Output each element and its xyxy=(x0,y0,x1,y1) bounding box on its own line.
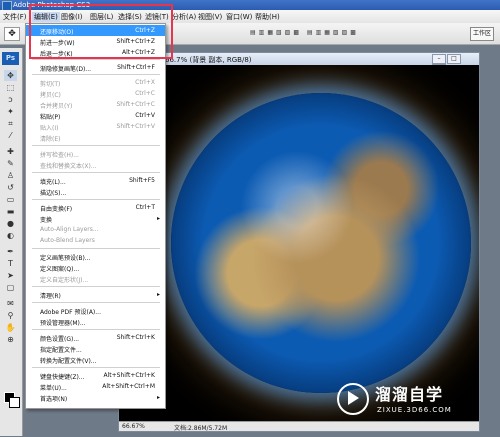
menu-item-menus[interactable]: 菜单(U)... Alt+Shift+Ctrl+M xyxy=(26,381,165,392)
menu-item-purge[interactable]: 清理(R) ▸ xyxy=(26,289,165,300)
type-icon[interactable]: T xyxy=(4,258,17,269)
submenu-arrow-icon: ▸ xyxy=(156,291,160,298)
workspace-button[interactable]: 工作区 xyxy=(470,27,494,41)
edit-menu-dropdown: 还原移动(O) Ctrl+Z 前进一步(W) Shift+Ctrl+Z 后退一步(K… xyxy=(25,23,166,409)
brush-icon[interactable]: ✎ xyxy=(4,158,17,169)
menu-separator xyxy=(32,59,160,60)
history-brush-icon[interactable]: ↺ xyxy=(4,182,17,193)
shape-icon[interactable]: ▢ xyxy=(4,282,17,293)
earth-image xyxy=(171,93,471,393)
background-color-swatch[interactable] xyxy=(9,397,20,408)
menu-item-cut[interactable]: 剪切(T) Ctrl+X xyxy=(26,77,165,88)
hand-icon[interactable]: ✋ xyxy=(4,322,17,333)
menu-item-pdf-presets[interactable]: Adobe PDF 预设(A)... xyxy=(26,305,165,316)
menu-item-clear[interactable]: 清除(E) xyxy=(26,132,165,143)
move-icon[interactable]: ✥ xyxy=(4,70,17,81)
menu-separator xyxy=(32,367,160,368)
menu-analysis[interactable]: 分析(A) xyxy=(172,12,196,22)
watermark-name: 溜溜自学 xyxy=(375,385,444,404)
minimize-icon[interactable]: – xyxy=(432,54,446,64)
status-bar: 66.67% 文档:2.86M/5.72M xyxy=(119,421,479,432)
watermark-url: ZIXUE.3D66.COM xyxy=(377,406,452,414)
menu-item-auto-blend[interactable]: Auto-Blend Layers xyxy=(26,235,165,246)
menu-item-color-settings[interactable]: 颜色设置(G)... Shift+Ctrl+K xyxy=(26,332,165,343)
path-select-icon[interactable]: ➤ xyxy=(4,270,17,281)
watermark: 溜溜自学 ZIXUE.3D66.COM xyxy=(337,381,487,421)
menu-separator xyxy=(32,74,160,75)
menu-window[interactable]: 窗口(W) xyxy=(226,12,252,22)
menu-item-free-transform[interactable]: 自由变换(F) Ctrl+T xyxy=(26,202,165,213)
menu-item-convert-profile[interactable]: 转换为配置文件(V)... xyxy=(26,354,165,365)
menu-item-preferences[interactable]: 首选项(N) ▸ xyxy=(26,392,165,403)
move-tool-preset-icon[interactable]: ✥ xyxy=(4,27,20,41)
canvas[interactable] xyxy=(119,65,479,422)
window-controls: –□× xyxy=(431,54,475,74)
menu-item-preset-manager[interactable]: 预设管理器(M)... xyxy=(26,316,165,327)
menu-item-define-pattern[interactable]: 定义图案(Q)... xyxy=(26,262,165,273)
menu-item-define-shape[interactable]: 定义自定形状(J)... xyxy=(26,273,165,284)
document-title: 66.7% (背景 副本, RGB/8) xyxy=(165,56,252,64)
menu-separator xyxy=(32,199,160,200)
menu-item-paste[interactable]: 粘贴(P) Ctrl+V xyxy=(26,110,165,121)
maximize-icon[interactable]: □ xyxy=(447,54,461,64)
submenu-arrow-icon: ▸ xyxy=(156,215,160,222)
watermark-logo-icon xyxy=(337,383,369,415)
menu-separator xyxy=(32,172,160,173)
menu-item-copy[interactable]: 拷贝(C) Ctrl+C xyxy=(26,88,165,99)
menu-separator xyxy=(32,286,160,287)
lasso-icon[interactable]: ↄ xyxy=(4,94,17,105)
annotation-highlight-box xyxy=(29,4,173,59)
pen-icon[interactable]: ✒ xyxy=(4,246,17,257)
menu-item-auto-align[interactable]: Auto-Align Layers... xyxy=(26,224,165,235)
document-window: 66.7% (背景 副本, RGB/8) –□× 66.67% 文档:2.86M… xyxy=(118,52,480,432)
menu-item-find-replace[interactable]: 查找和替换文本(X)... xyxy=(26,159,165,170)
menu-separator xyxy=(32,145,160,146)
menu-item-paste-into[interactable]: 贴入(I) Shift+Ctrl+V xyxy=(26,121,165,132)
eyedropper-icon[interactable]: ⚲ xyxy=(4,310,17,321)
menu-item-fade[interactable]: 渐隐修复画笔(D)... Shift+Ctrl+F xyxy=(26,62,165,73)
menu-item-copy-merged[interactable]: 合并拷贝(Y) Shift+Ctrl+C xyxy=(26,99,165,110)
menu-separator xyxy=(32,302,160,303)
slice-icon[interactable]: ⁄ xyxy=(4,130,17,141)
heal-icon[interactable]: ✚ xyxy=(4,146,17,157)
document-title-bar: 66.7% (背景 副本, RGB/8) –□× xyxy=(119,53,479,74)
menu-item-define-brush[interactable]: 定义画笔预设(B)... xyxy=(26,251,165,262)
crop-icon[interactable]: ⌗ xyxy=(4,118,17,129)
stamp-icon[interactable]: ♙ xyxy=(4,170,17,181)
menu-view[interactable]: 视图(V) xyxy=(198,12,222,22)
menu-separator xyxy=(32,329,160,330)
align-buttons[interactable]: ▤▥▦▧▨▩ ▤▥▦▧▨▩ xyxy=(250,29,359,36)
ps-logo: Ps xyxy=(2,52,19,65)
menu-help[interactable]: 帮助(H) xyxy=(255,12,280,22)
submenu-arrow-icon: ▸ xyxy=(156,394,160,401)
marquee-icon[interactable]: ⬚ xyxy=(4,82,17,93)
menu-file[interactable]: 文件(F) xyxy=(3,12,27,22)
toolbox: Ps ✥ ⬚ ↄ ✦ ⌗ ⁄ ✚ ✎ ♙ ↺ ▭ ▬ ● ◐ ✒ T ➤ ▢ ✉… xyxy=(0,48,23,436)
magic-wand-icon[interactable]: ✦ xyxy=(4,106,17,117)
menu-separator xyxy=(32,248,160,249)
blur-icon[interactable]: ● xyxy=(4,218,17,229)
menu-item-fill[interactable]: 填充(L)... Shift+F5 xyxy=(26,175,165,186)
menu-item-transform[interactable]: 变换 ▸ xyxy=(26,213,165,224)
menu-item-check-spelling[interactable]: 拼写检查(H)... xyxy=(26,148,165,159)
zoom-icon[interactable]: ⊕ xyxy=(4,334,17,345)
menu-item-assign-profile[interactable]: 指定配置文件... xyxy=(26,343,165,354)
document-size: 文档:2.86M/5.72M xyxy=(174,425,228,432)
dodge-icon[interactable]: ◐ xyxy=(4,230,17,241)
eraser-icon[interactable]: ▭ xyxy=(4,194,17,205)
menu-item-keyboard-shortcuts[interactable]: 键盘快捷键(Z)... Alt+Shift+Ctrl+K xyxy=(26,370,165,381)
notes-icon[interactable]: ✉ xyxy=(4,298,17,309)
gradient-icon[interactable]: ▬ xyxy=(4,206,17,217)
menu-item-stroke[interactable]: 描边(S)... xyxy=(26,186,165,197)
zoom-level[interactable]: 66.67% xyxy=(122,423,145,430)
